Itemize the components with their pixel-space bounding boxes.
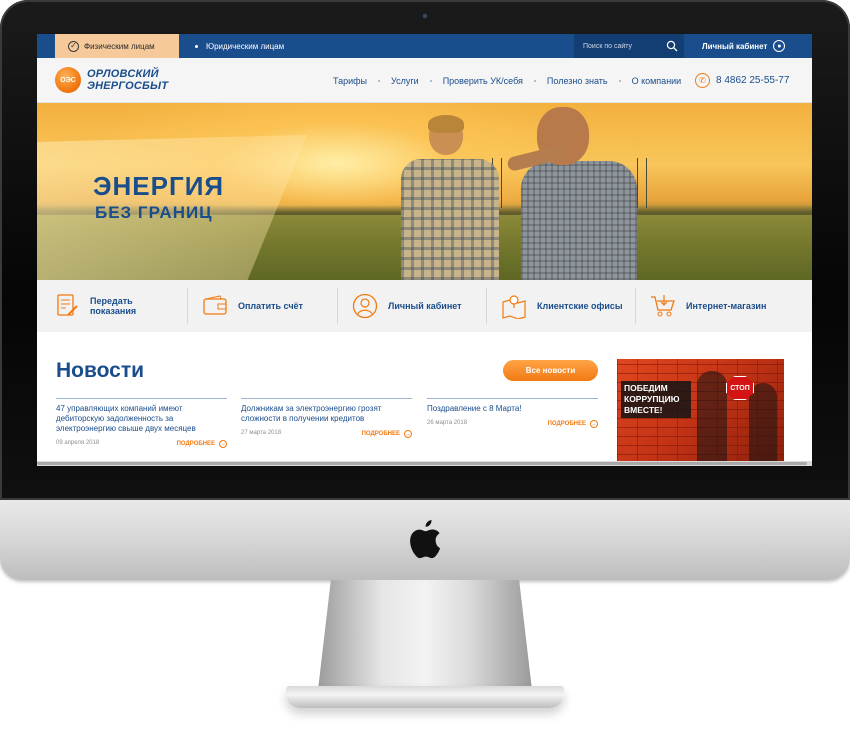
news-headline[interactable]: Поздравление с 8 Марта! <box>427 404 598 414</box>
camera-icon <box>421 12 429 20</box>
news-divider <box>427 398 598 399</box>
news-more-label: ПОДРОБНЕЕ <box>547 421 586 427</box>
hero-banner[interactable]: ЭНЕРГИЯ БЕЗ ГРАНИЦ <box>37 103 812 280</box>
news-section-title: Новости <box>56 359 145 382</box>
quick-link-personal-account[interactable]: Личный кабинет <box>338 280 486 332</box>
logo-badge-text: ОЭС <box>60 76 76 84</box>
banner-silhouette <box>697 371 727 464</box>
news-date: 26 марта 2018 <box>427 420 468 426</box>
nav-separator <box>533 79 536 82</box>
news-item[interactable]: Поздравление с 8 Марта! 26 марта 2018 ПО… <box>427 398 598 428</box>
all-news-button[interactable]: Все новости <box>503 360 598 381</box>
quick-link-label: Передать показания <box>90 296 136 316</box>
hero-subtitle: БЕЗ ГРАНИЦ <box>95 203 213 222</box>
quick-link-pay-bill[interactable]: Оплатить счёт <box>188 280 337 332</box>
nav-separator <box>429 79 432 82</box>
logo-line-1: ОРЛОВСКИЙ <box>87 68 159 80</box>
main-nav: Тарифы Услуги Проверить УК/себя Полезно … <box>333 58 681 103</box>
news-date: 27 марта 2018 <box>241 430 282 436</box>
logo-line-2: ЭНЕРГОСБЫТ <box>87 80 169 92</box>
nav-item-check[interactable]: Проверить УК/себя <box>443 76 523 86</box>
personal-account-link[interactable]: Личный кабинет ● <box>702 34 786 58</box>
map-pin-icon <box>501 293 527 319</box>
apple-logo-icon <box>410 520 441 559</box>
hero-boy <box>401 159 499 280</box>
phone-icon: ✆ <box>695 73 710 88</box>
tab-legal-label: Юридическим лицам <box>206 41 285 51</box>
news-more-link[interactable]: ПОДРОБНЕЕ → <box>548 420 598 428</box>
scrollbar-thumb[interactable] <box>37 462 807 465</box>
personal-account-label: Личный кабинет <box>702 41 768 51</box>
site-search <box>574 34 684 58</box>
logo-badge[interactable]: ОЭС <box>55 67 81 93</box>
phone-number: 8 4862 25-55-77 <box>716 75 790 86</box>
quick-link-offices[interactable]: Клиентские офисы <box>487 280 635 332</box>
monitor-chin <box>0 500 850 580</box>
nav-item-services[interactable]: Услуги <box>391 76 419 86</box>
hero-boy-hair <box>428 115 464 133</box>
quick-link-line: Передать <box>90 296 133 306</box>
tab-individuals-label: Физическим лицам <box>84 41 155 51</box>
logo-wordmark[interactable]: ОРЛОВСКИЙ ЭНЕРГОСБЫТ <box>87 68 168 92</box>
nav-separator <box>618 79 621 82</box>
website-screen: ✓ Физическим лицам Юридическим лицам Лич… <box>37 34 812 466</box>
arrow-right-icon: → <box>404 430 412 438</box>
monitor-stand <box>318 580 532 690</box>
arrow-right-icon: → <box>590 420 598 428</box>
wallet-icon <box>202 293 228 319</box>
banner-text: ПОБЕДИМ КОРРУПЦИЮ ВМЕСТЕ! <box>621 381 691 418</box>
news-divider <box>56 398 227 399</box>
quick-link-label: Оплатить счёт <box>238 301 303 311</box>
news-item[interactable]: 47 управляющих компаний имеют дебиторску… <box>56 398 227 448</box>
nav-item-about[interactable]: О компании <box>632 76 682 86</box>
nav-item-useful[interactable]: Полезно знать <box>547 76 608 86</box>
shopping-cart-icon <box>650 293 676 319</box>
news-headline[interactable]: Должникам за электроэнергию грозят сложн… <box>241 404 412 424</box>
news-more-label: ПОДРОБНЕЕ <box>361 431 400 437</box>
quick-links: Передать показания Оплатить счёт Личный к… <box>37 280 812 332</box>
quick-link-label: Интернет-магазин <box>686 301 767 311</box>
site-header: ОЭС ОРЛОВСКИЙ ЭНЕРГОСБЫТ Тарифы Услуги П… <box>37 58 812 103</box>
news-headline[interactable]: 47 управляющих компаний имеют дебиторску… <box>56 404 227 434</box>
news-item[interactable]: Должникам за электроэнергию грозят сложн… <box>241 398 412 438</box>
top-bar: ✓ Физическим лицам Юридическим лицам Лич… <box>37 34 812 58</box>
check-circle-icon: ✓ <box>68 40 79 52</box>
quick-link-line: показания <box>90 306 137 316</box>
tab-individuals[interactable]: ✓ Физическим лицам <box>55 34 179 58</box>
tab-legal-entities[interactable]: Юридическим лицам <box>195 34 284 58</box>
search-icon[interactable] <box>666 40 678 52</box>
phone-contact[interactable]: ✆ 8 4862 25-55-77 <box>695 58 789 103</box>
search-input[interactable] <box>583 42 663 50</box>
news-divider <box>241 398 412 399</box>
anti-corruption-banner[interactable]: СТОП ПОБЕДИМ КОРРУПЦИЮ ВМЕСТЕ! <box>617 359 784 464</box>
news-date: 09 апреля 2018 <box>56 440 100 446</box>
arrow-right-icon: → <box>219 440 227 448</box>
quick-link-label: Клиентские офисы <box>537 301 623 311</box>
nav-separator <box>378 79 381 82</box>
news-more-link[interactable]: ПОДРОБНЕЕ → <box>362 430 412 438</box>
hero-man <box>521 161 637 280</box>
stop-sign: СТОП <box>726 376 754 400</box>
bullet-icon <box>195 44 198 48</box>
document-pen-icon <box>54 293 80 319</box>
quick-link-label: Личный кабинет <box>388 301 462 311</box>
horizontal-scrollbar[interactable] <box>37 461 812 466</box>
news-more-link[interactable]: ПОДРОБНЕЕ → <box>177 440 227 448</box>
quick-link-online-store[interactable]: Интернет-магазин <box>636 280 806 332</box>
user-icon: ● <box>773 40 786 52</box>
hero-title: ЭНЕРГИЯ <box>93 171 225 201</box>
nav-item-tariffs[interactable]: Тарифы <box>333 76 367 86</box>
banner-silhouette <box>749 383 777 464</box>
power-pylon <box>637 158 647 208</box>
monitor-base <box>286 686 564 708</box>
quick-link-submit-readings[interactable]: Передать показания <box>37 280 187 332</box>
user-circle-icon <box>352 293 378 319</box>
news-more-label: ПОДРОБНЕЕ <box>176 441 215 447</box>
